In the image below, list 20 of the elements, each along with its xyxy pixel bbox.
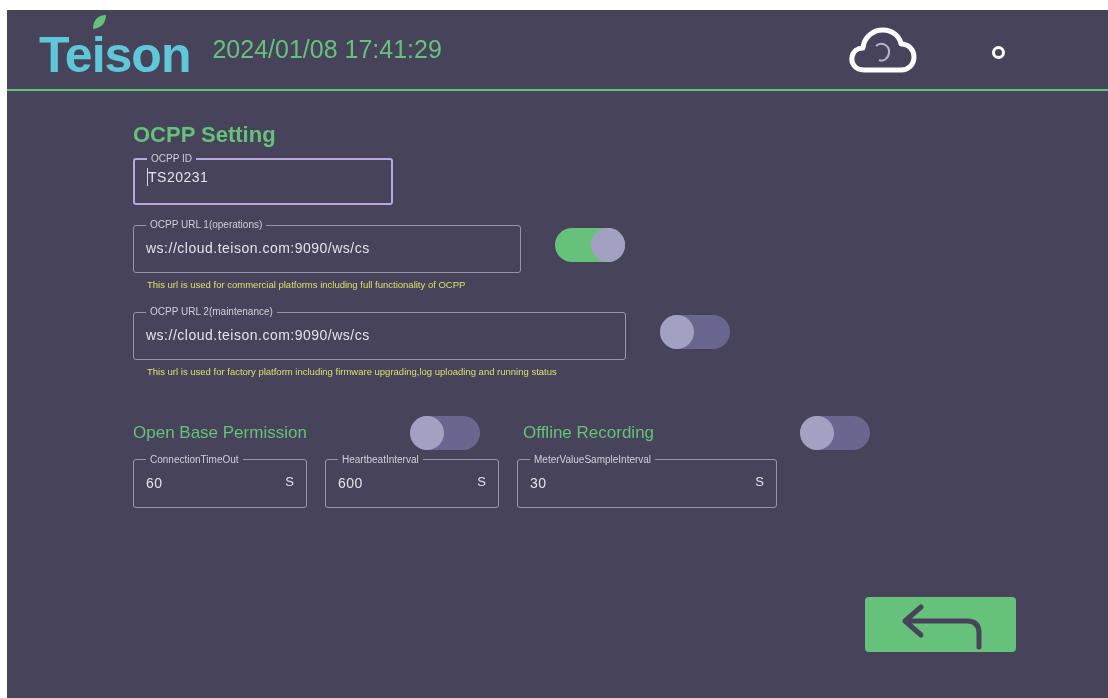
- input-field[interactable]: OCPP URL 2(maintenance) ws://cloud.teison.com:9090/ws/cs: [133, 306, 626, 361]
- hint-text: This url is used for factory platform including firmware upgrading,log uploading and running status: [147, 365, 558, 380]
- datetime-text: 2024/01/08 17:41:29: [212, 33, 442, 65]
- toggle-switch[interactable]: [660, 314, 730, 349]
- input-field[interactable]: OCPP ID TS20231: [133, 153, 393, 205]
- toggle-switch[interactable]: [555, 227, 625, 262]
- setting-label: Open Base Permission: [133, 421, 307, 444]
- toggle-switch[interactable]: [410, 415, 480, 450]
- back-button[interactable]: [865, 596, 1016, 652]
- hint-text: This url is used for commercial platforms including full functionality of OCPP: [147, 278, 467, 292]
- setting-label: Offline Recording: [523, 421, 655, 444]
- page-title: OCPP Setting: [133, 121, 277, 149]
- leaf-icon: [91, 13, 107, 30]
- cloud-icon: [848, 25, 918, 74]
- input-field[interactable]: HeartbeatInterval 600 S: [325, 453, 499, 508]
- toggle-switch[interactable]: [800, 415, 870, 450]
- input-field[interactable]: ConnectionTimeOut 60 S: [133, 453, 307, 508]
- input-field[interactable]: MeterValueSampleInterval 30 S: [517, 453, 777, 508]
- logo: Teison: [39, 19, 191, 80]
- input-field[interactable]: OCPP URL 1(operations) ws://cloud.teison.com:9090/ws/cs: [133, 219, 521, 273]
